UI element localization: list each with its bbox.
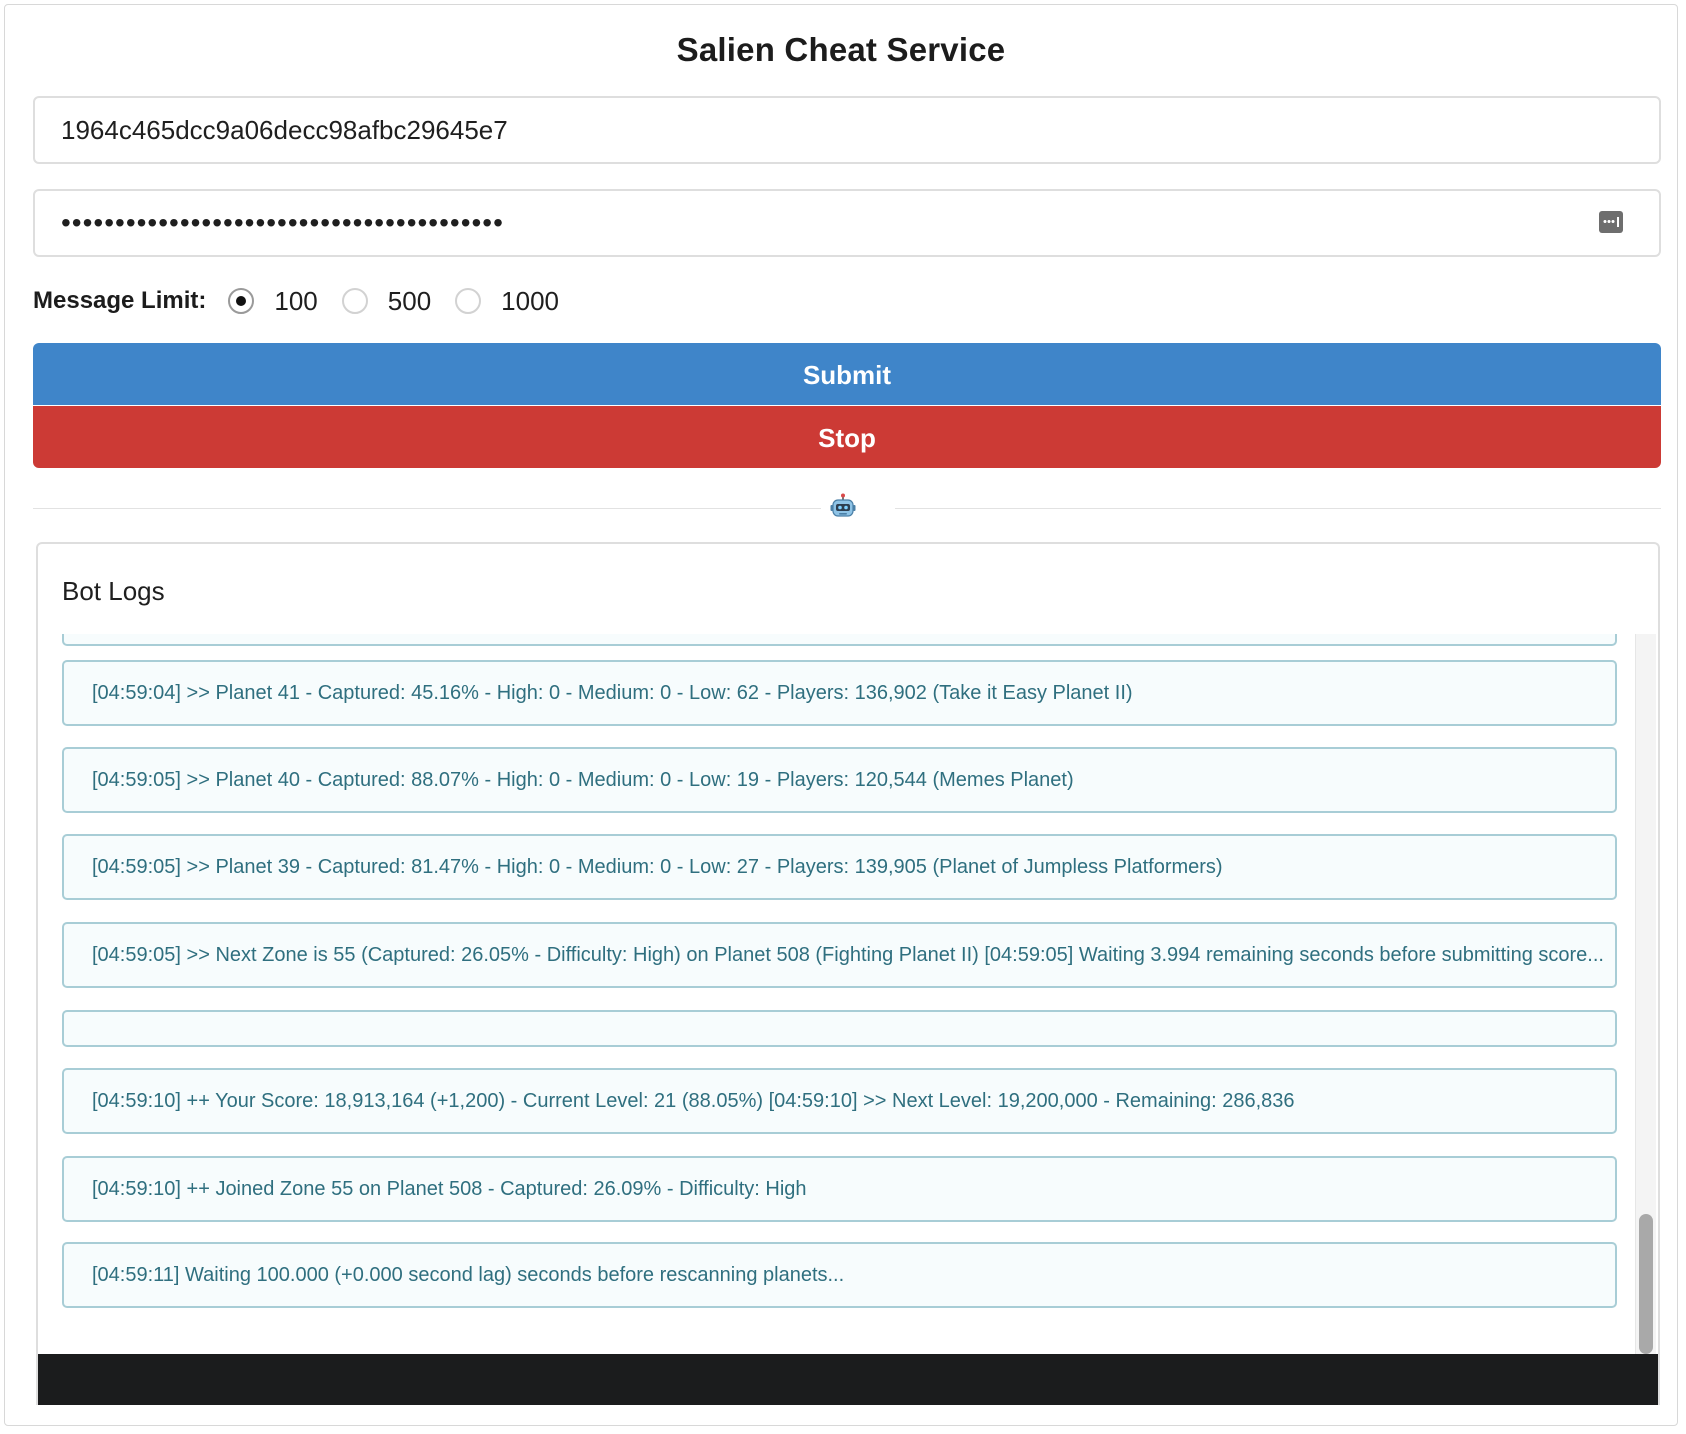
limit-radio-500[interactable]: [341, 288, 368, 314]
log-entry: [62, 1010, 1617, 1047]
limit-label-500[interactable]: 500: [388, 286, 431, 317]
keychain-icon[interactable]: [1599, 211, 1623, 233]
log-entry: [04:59:05] >> Next Zone is 55 (Captured:…: [62, 922, 1617, 988]
limit-radio-1000[interactable]: [455, 288, 482, 314]
limit-label-100[interactable]: 100: [274, 286, 317, 317]
bot-logs-header: Bot Logs: [62, 576, 165, 606]
log-entry: [04:59:10] ++ Joined Zone 55 on Planet 5…: [62, 1156, 1617, 1222]
logs-footer-bar: [38, 1354, 1658, 1405]
log-entry: [62, 634, 1617, 646]
stop-button[interactable]: Stop: [33, 406, 1661, 468]
log-entry: [04:59:05] >> Planet 39 - Captured: 81.4…: [62, 834, 1617, 900]
logs-scrollbar[interactable]: [1635, 634, 1656, 1354]
limit-label-1000[interactable]: 1000: [501, 286, 559, 317]
divider-right: [895, 508, 1661, 509]
submit-button[interactable]: Submit: [33, 343, 1661, 405]
password-field[interactable]: [33, 189, 1661, 257]
log-entry: [04:59:10] ++ Your Score: 18,913,164 (+1…: [62, 1068, 1617, 1134]
robot-icon: [830, 493, 856, 517]
app-container: Salien Cheat Service Message Limit: 100 …: [4, 4, 1678, 1426]
session-field[interactable]: [33, 96, 1661, 164]
message-limit-row: Message Limit: 100 500 1000: [33, 283, 583, 319]
log-entry: [04:59:04] >> Planet 41 - Captured: 45.1…: [62, 660, 1617, 726]
log-entry: [04:59:05] >> Planet 40 - Captured: 88.0…: [62, 747, 1617, 813]
password-input[interactable]: [35, 191, 1659, 255]
bot-logs-panel: Bot Logs [04:59:04] >> Planet 41 - Captu…: [36, 542, 1660, 1405]
limit-radio-100[interactable]: [228, 288, 255, 314]
page-title: Salien Cheat Service: [676, 31, 1006, 68]
session-input[interactable]: [35, 98, 1659, 162]
message-limit-label: Message Limit:: [33, 287, 207, 314]
logs-scrollbar-thumb[interactable]: [1639, 1214, 1653, 1354]
log-entry: [04:59:11] Waiting 100.000 (+0.000 secon…: [62, 1242, 1617, 1308]
divider-left: [33, 508, 821, 509]
logs-scroll-area[interactable]: [04:59:04] >> Planet 41 - Captured: 45.1…: [38, 634, 1642, 1354]
